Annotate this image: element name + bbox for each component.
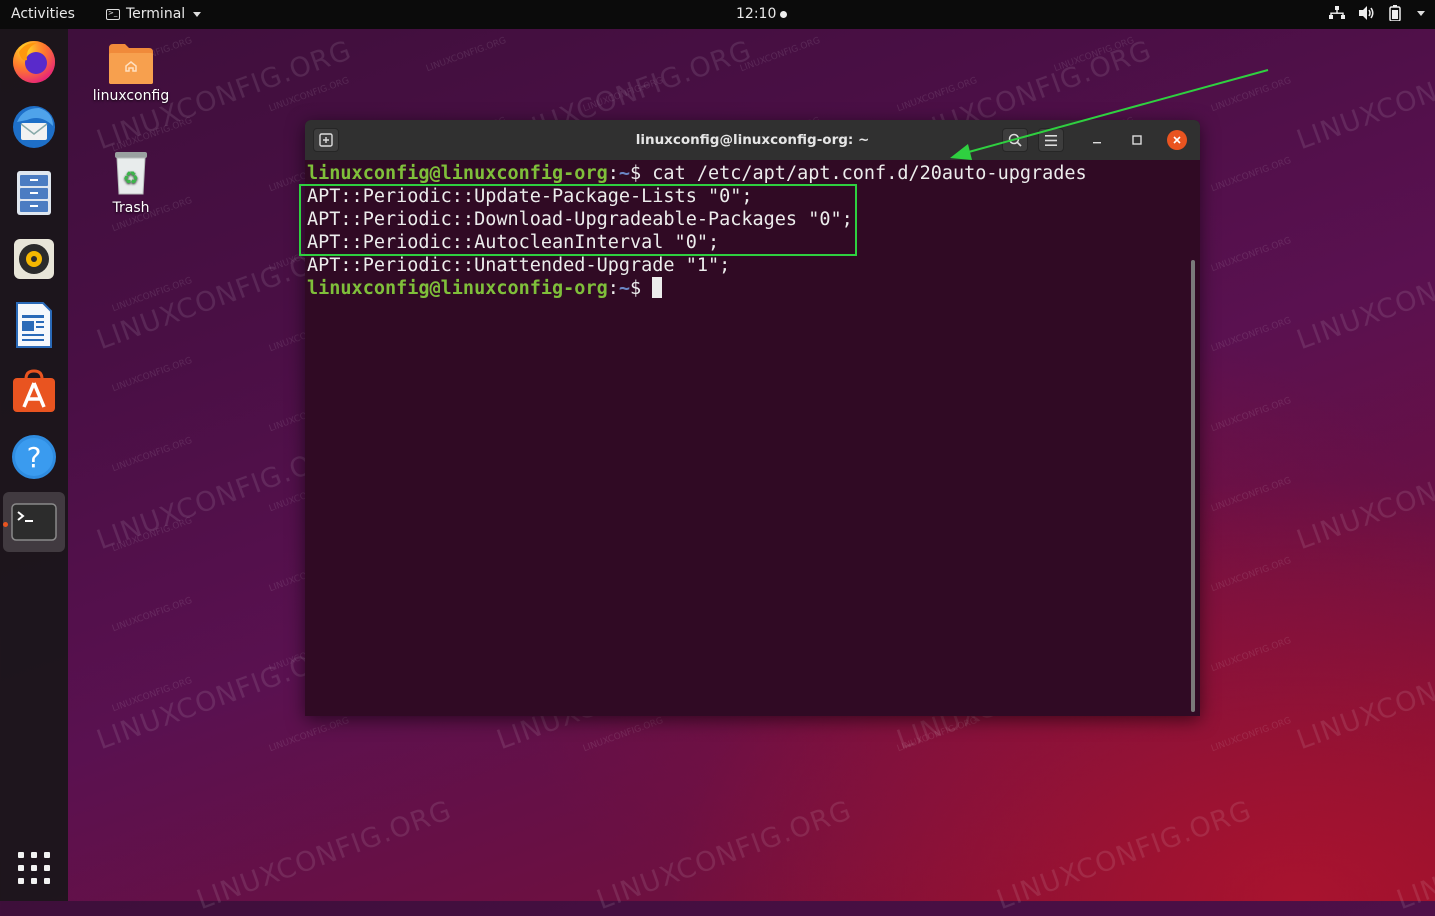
annotation-arrow	[950, 69, 1269, 160]
